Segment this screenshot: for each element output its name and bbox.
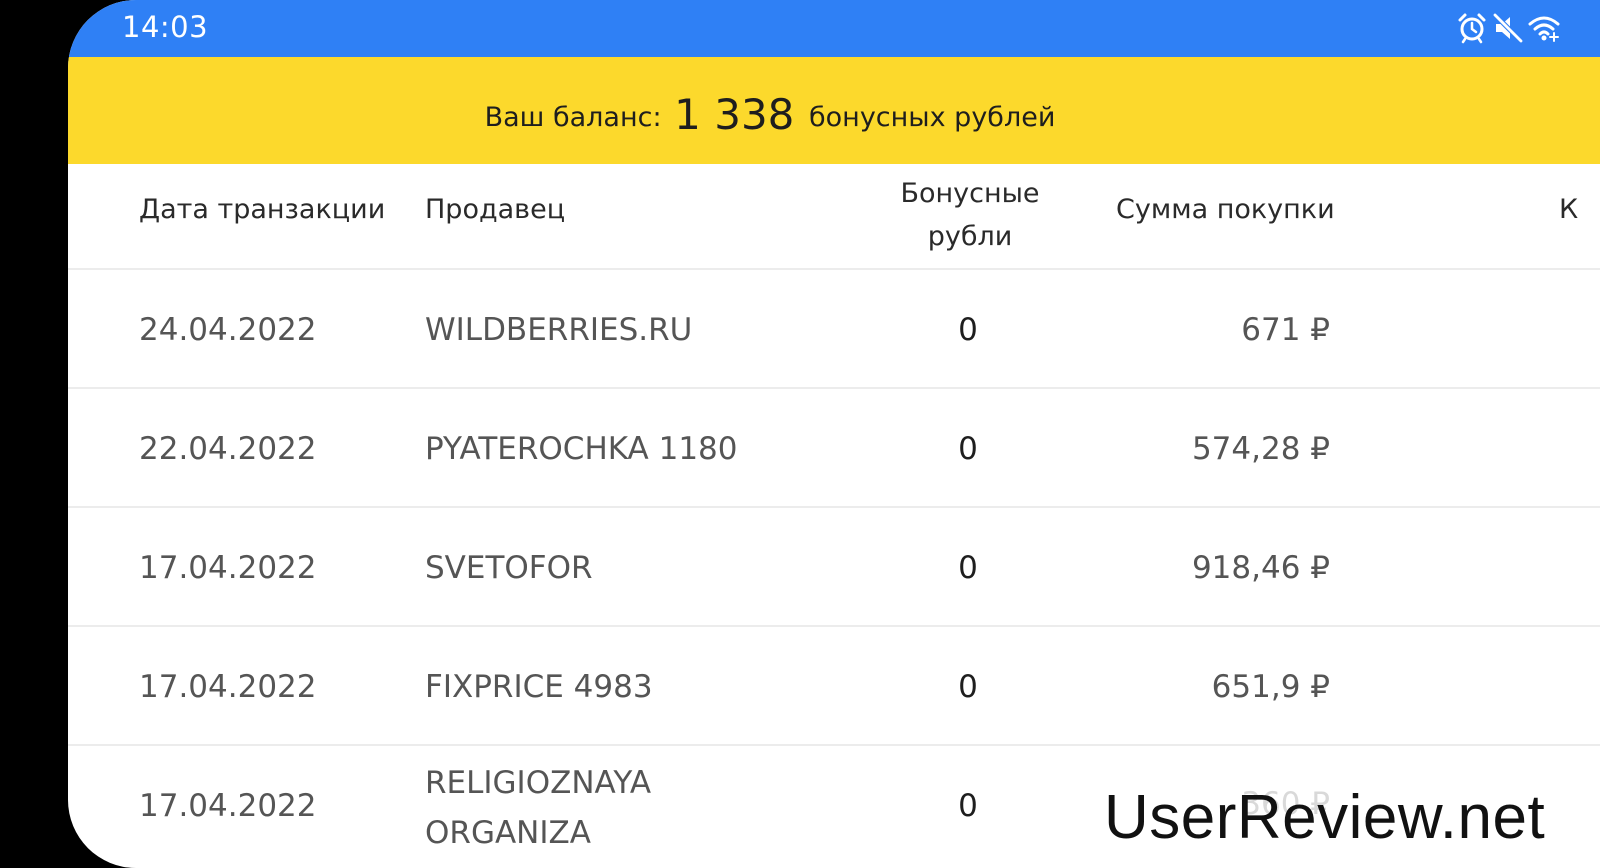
row-seller: SVETOFOR <box>425 550 593 586</box>
row-sum: 918,46 ₽ <box>1191 550 1330 586</box>
alarm-icon <box>1458 13 1486 44</box>
balance-suffix: бонусных рублей <box>809 102 1056 133</box>
row-bonus: 0 <box>958 431 978 467</box>
app-screen: 14:03 Ваш баланс: 1 338 бонусных рублей … <box>68 0 1600 868</box>
watermark: UserReview.net <box>1104 783 1546 852</box>
wifi-icon <box>1528 16 1560 42</box>
balance-banner: Ваш баланс: 1 338 бонусных рублей <box>68 57 1600 164</box>
transactions-table: Дата транзакции Продавец Бонусные рубли … <box>68 164 1600 868</box>
status-clock: 14:03 <box>122 10 209 44</box>
row-seller-line2: ORGANIZA <box>425 815 591 851</box>
table-row[interactable]: 24.04.2022 WILDBERRIES.RU 0 671 ₽ <box>68 270 1600 389</box>
row-date: 17.04.2022 <box>139 669 317 705</box>
row-seller-line1: RELIGIOZNAYA <box>425 765 652 801</box>
row-date: 17.04.2022 <box>139 550 317 586</box>
header-date: Дата транзакции <box>139 194 386 225</box>
table-header: Дата транзакции Продавец Бонусные рубли … <box>68 164 1600 270</box>
balance-prefix: Ваш баланс: <box>484 102 662 133</box>
mute-icon <box>1493 13 1523 43</box>
header-bonus: Бонусные рубли <box>868 172 1072 258</box>
row-bonus: 0 <box>958 669 978 705</box>
status-bar: 14:03 <box>68 0 1600 57</box>
table-row[interactable]: 17.04.2022 SVETOFOR 0 918,46 ₽ <box>68 508 1600 627</box>
row-sum: 651,9 ₽ <box>1211 669 1330 705</box>
row-seller: FIXPRICE 4983 <box>425 669 653 705</box>
row-seller: RELIGIOZNAYA ORGANIZA <box>425 758 785 858</box>
table-row[interactable]: 17.04.2022 FIXPRICE 4983 0 651,9 ₽ <box>68 627 1600 746</box>
row-seller: PYATEROCHKA 1180 <box>425 431 738 467</box>
row-date: 24.04.2022 <box>139 312 317 348</box>
row-sum: 671 ₽ <box>1241 312 1330 348</box>
row-seller: WILDBERRIES.RU <box>425 312 693 348</box>
table-row[interactable]: 22.04.2022 PYATEROCHKA 1180 0 574,28 ₽ <box>68 389 1600 508</box>
row-sum: 574,28 ₽ <box>1191 431 1330 467</box>
header-cutoff: К <box>1559 194 1579 225</box>
header-bonus-line2: рубли <box>927 221 1013 252</box>
row-bonus: 0 <box>958 788 978 824</box>
header-seller: Продавец <box>425 194 566 225</box>
header-bonus-line1: Бонусные <box>900 178 1040 209</box>
row-date: 17.04.2022 <box>139 788 317 824</box>
balance-amount: 1 338 <box>674 90 795 139</box>
header-sum: Сумма покупки <box>1116 194 1335 225</box>
row-date: 22.04.2022 <box>139 431 317 467</box>
balance-text: Ваш баланс: 1 338 бонусных рублей <box>485 90 1056 139</box>
row-bonus: 0 <box>958 312 978 348</box>
row-bonus: 0 <box>958 550 978 586</box>
